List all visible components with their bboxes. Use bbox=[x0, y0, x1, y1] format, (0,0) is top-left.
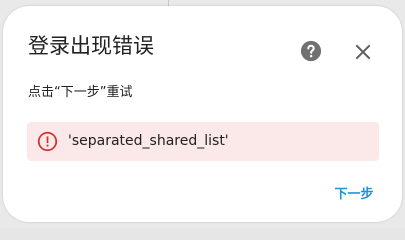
help-icon[interactable] bbox=[300, 40, 322, 62]
login-error-dialog: 登录出现错误 点击“下一步”重试 'separated_shared_list'… bbox=[3, 6, 402, 222]
alert-circle-icon bbox=[37, 131, 58, 152]
dialog-message: 点击“下一步”重试 bbox=[28, 85, 133, 100]
dialog-title: 登录出现错误 bbox=[28, 34, 154, 58]
next-button[interactable]: 下一步 bbox=[328, 182, 380, 208]
close-icon[interactable] bbox=[353, 42, 373, 62]
error-message: 'separated_shared_list' bbox=[68, 133, 229, 149]
error-alert: 'separated_shared_list' bbox=[27, 122, 379, 161]
